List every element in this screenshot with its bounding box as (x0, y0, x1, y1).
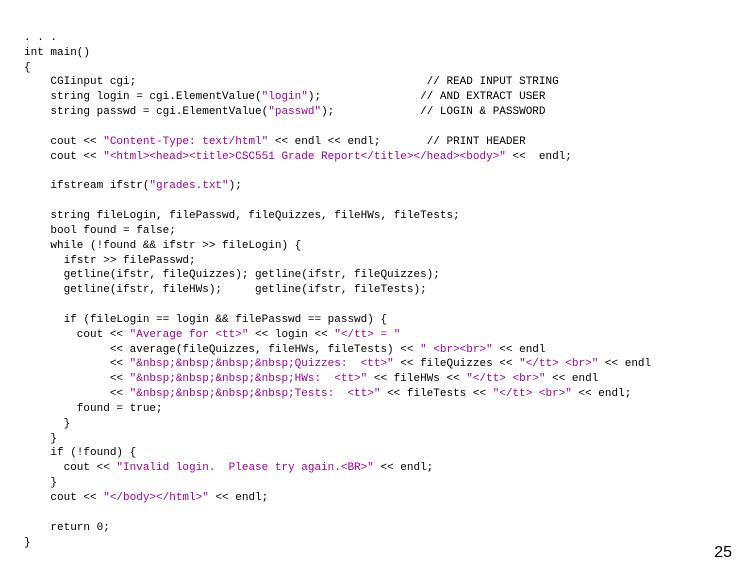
code-line: if (fileLogin == login && filePasswd == … (24, 314, 387, 326)
code-line: return 0; (24, 522, 110, 534)
code-line: string login = cgi.ElementValue("login")… (24, 91, 546, 103)
code-line: int main() (24, 47, 90, 59)
code-line: getline(ifstr, fileHWs); getline(ifstr, … (24, 284, 427, 296)
code-line: found = true; (24, 403, 163, 415)
code-line: CGIinput cgi; // READ INPUT STRING (24, 76, 559, 88)
code-line: << "&nbsp;&nbsp;&nbsp;&nbsp;Tests: <tt>"… (24, 388, 631, 400)
code-line: << average(fileQuizzes, fileHWs, fileTes… (24, 344, 546, 356)
code-line: } (24, 537, 31, 549)
code-line: } (24, 477, 57, 489)
code-line: string fileLogin, filePasswd, fileQuizze… (24, 210, 460, 222)
code-line: if (!found) { (24, 447, 136, 459)
code-line: cout << "Average for <tt>" << login << "… (24, 329, 400, 341)
code-line: string passwd = cgi.ElementValue("passwd… (24, 106, 546, 118)
code-line: . . . (24, 32, 57, 44)
code-line: ifstr >> filePasswd; (24, 255, 196, 267)
code-line: while (!found && ifstr >> fileLogin) { (24, 240, 301, 252)
code-line: ifstream ifstr("grades.txt"); (24, 180, 242, 192)
code-line: { (24, 62, 31, 74)
code-block: . . . int main() { CGIinput cgi; // READ… (24, 16, 732, 550)
code-line: } (24, 418, 70, 430)
code-line: cout << "</body></html>" << endl; (24, 492, 268, 504)
code-line: cout << "<html><head><title>CSC551 Grade… (24, 151, 572, 163)
code-line: getline(ifstr, fileQuizzes); getline(ifs… (24, 269, 440, 281)
code-line: cout << "Invalid login. Please try again… (24, 462, 433, 474)
page-number: 25 (714, 542, 732, 564)
code-line: << "&nbsp;&nbsp;&nbsp;&nbsp;Quizzes: <tt… (24, 358, 651, 370)
code-line: bool found = false; (24, 225, 176, 237)
code-line: << "&nbsp;&nbsp;&nbsp;&nbsp;HWs: <tt>" <… (24, 373, 598, 385)
code-line: cout << "Content-Type: text/html" << end… (24, 136, 526, 148)
code-line: } (24, 433, 57, 445)
